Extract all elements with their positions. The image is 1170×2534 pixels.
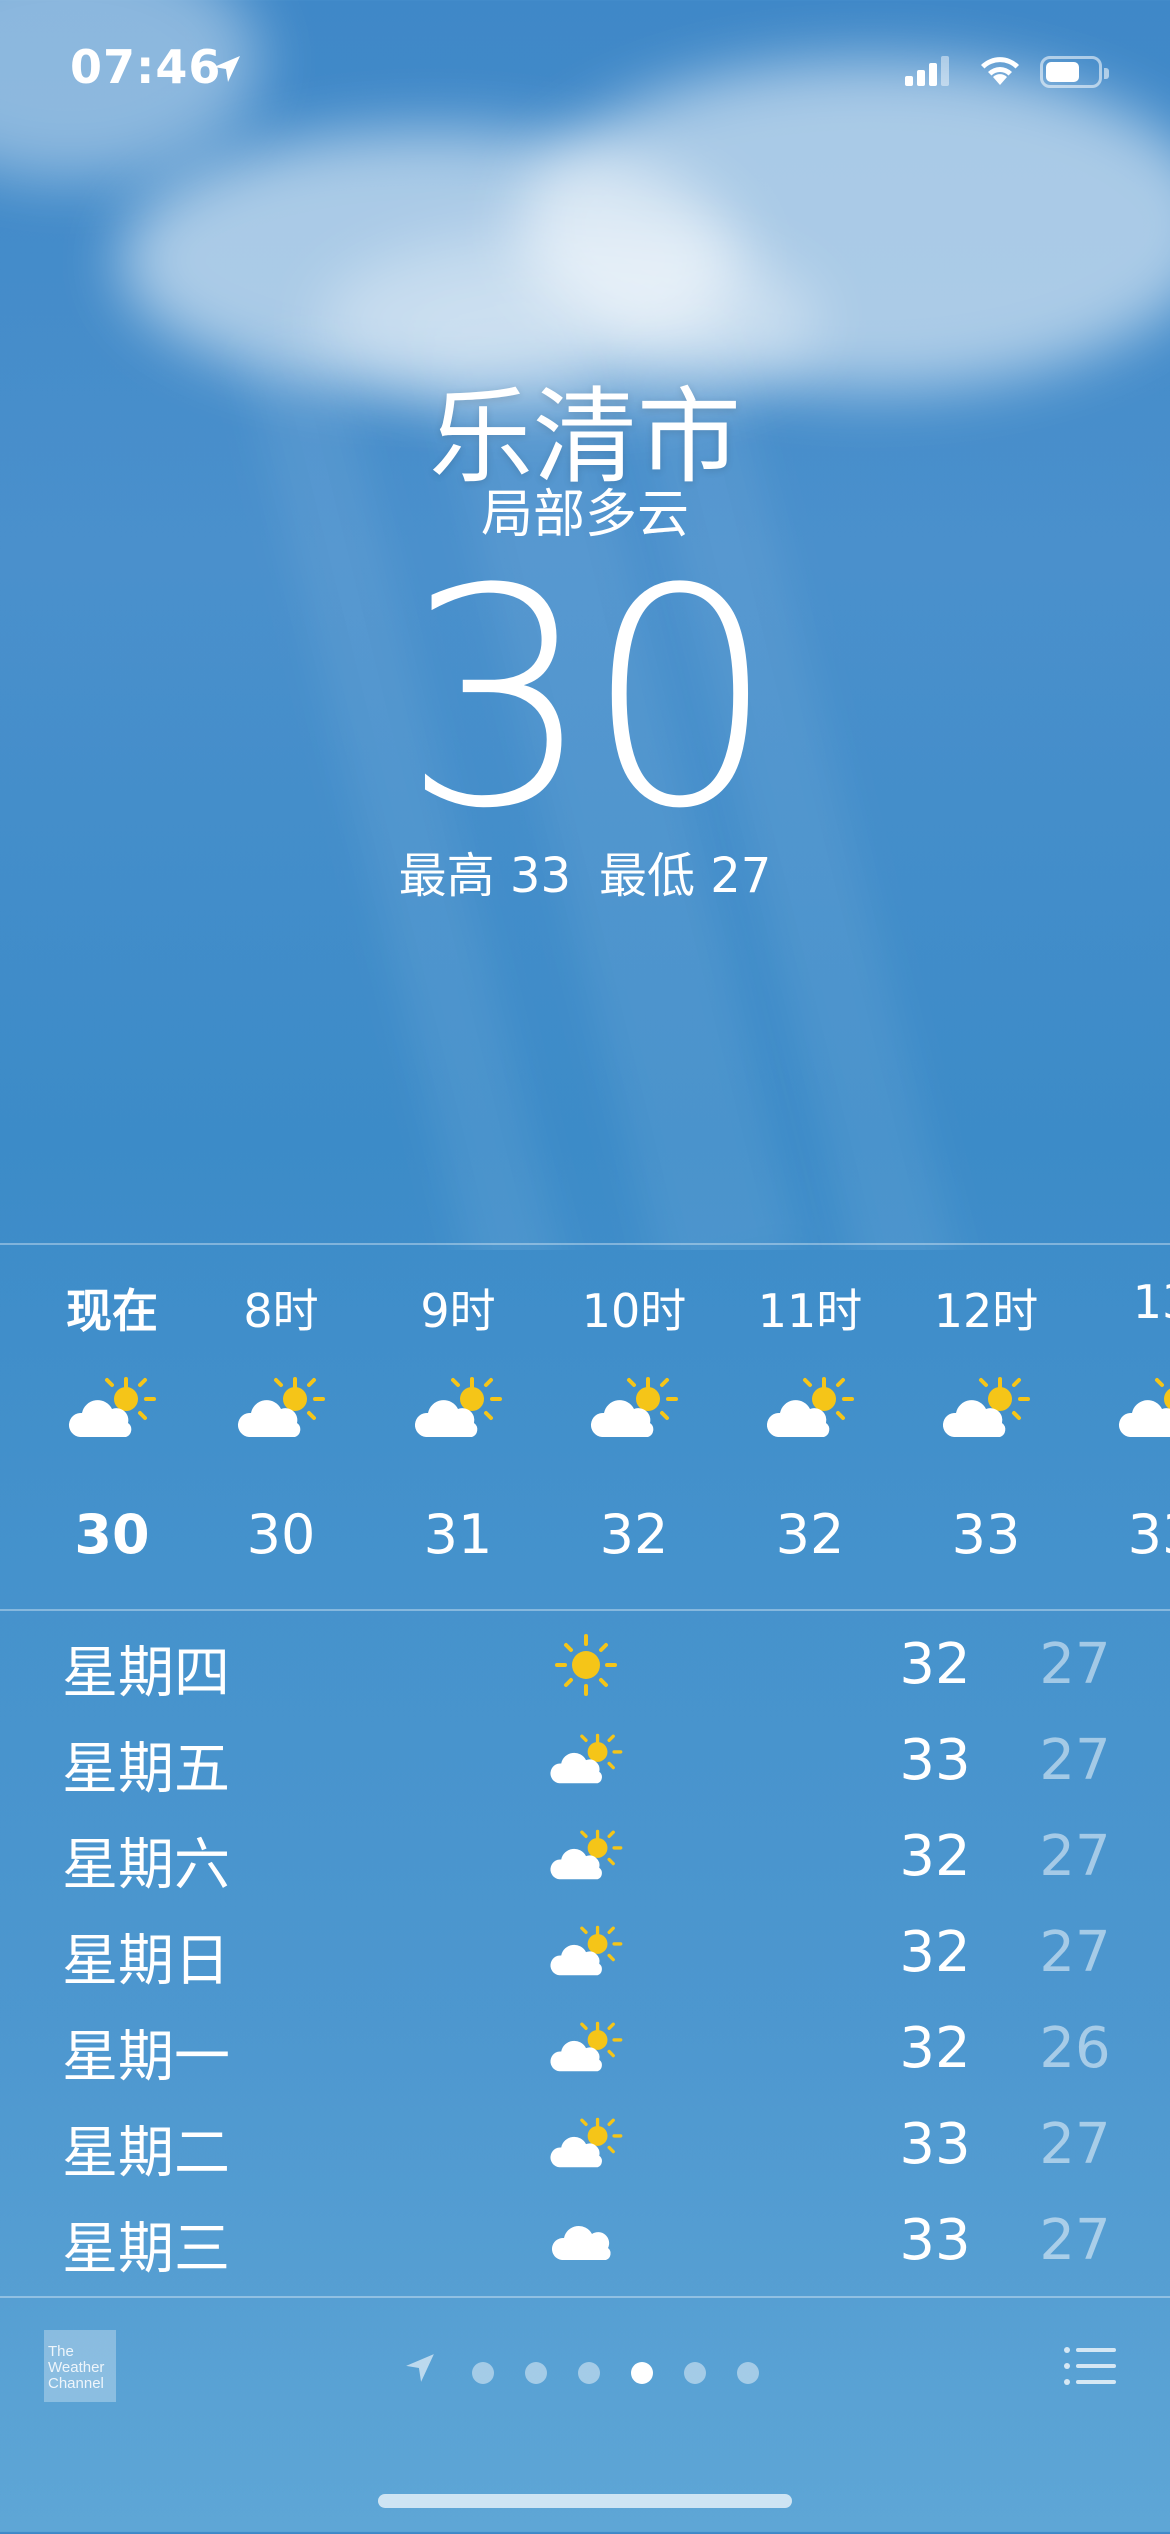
- hourly-item: 11时 32: [722, 1245, 898, 1609]
- day-name: 星期三: [62, 2217, 230, 2282]
- hour-label: 9时: [420, 1284, 496, 1338]
- day-name: 星期日: [62, 1929, 230, 1994]
- day-low: 27: [1039, 2112, 1111, 2177]
- partly-cloudy-day-icon: [548, 1730, 624, 1792]
- hour-temperature: 33: [1127, 1503, 1170, 1566]
- daily-row: 星期六 32 27: [0, 1812, 1170, 1908]
- partly-cloudy-day-icon: [548, 1922, 624, 1984]
- hour-label: 现在: [66, 1284, 158, 1338]
- location-arrow-icon: [214, 56, 240, 82]
- bottom-toolbar: The Weather Channel: [0, 2296, 1170, 2534]
- day-high: 32: [899, 1824, 971, 1889]
- page-dot[interactable]: [684, 2362, 706, 2384]
- day-name: 星期六: [62, 1833, 230, 1898]
- day-high: 32: [899, 1920, 971, 1985]
- hour-label: 13: [1132, 1275, 1170, 1329]
- partly-cloudy-day-icon: [764, 1375, 856, 1445]
- hour-temperature: 32: [599, 1503, 669, 1566]
- hour-label: 11时: [757, 1284, 863, 1338]
- day-name: 星期五: [62, 1737, 230, 1802]
- day-low: 27: [1039, 2208, 1111, 2273]
- page-dot-active[interactable]: [631, 2362, 653, 2384]
- high-temperature: 最高 33: [398, 848, 571, 904]
- partly-cloudy-day-icon: [940, 1375, 1032, 1445]
- hourly-item: 10时 32: [546, 1245, 722, 1609]
- daily-row: 星期二 33 27: [0, 2100, 1170, 2196]
- daily-row: 星期日 32 27: [0, 1908, 1170, 2004]
- hour-temperature: 30: [74, 1503, 150, 1566]
- page-dot[interactable]: [525, 2362, 547, 2384]
- list-icon[interactable]: [1064, 2346, 1116, 2386]
- day-low: 27: [1039, 1824, 1111, 1889]
- hourly-item: 13 33: [1074, 1245, 1170, 1609]
- hourly-item: 9时 31: [370, 1245, 546, 1609]
- partly-cloudy-day-icon: [1116, 1375, 1170, 1445]
- partly-cloudy-day-icon: [548, 1826, 624, 1888]
- current-temperature: 30: [402, 525, 776, 874]
- partly-cloudy-day-icon: [66, 1375, 158, 1445]
- low-temperature: 最低 27: [599, 848, 772, 904]
- page-dot[interactable]: [578, 2362, 600, 2384]
- hour-temperature: 31: [423, 1503, 493, 1566]
- day-low: 26: [1039, 2016, 1111, 2081]
- hour-label: 8时: [243, 1284, 319, 1338]
- hour-temperature: 30: [246, 1503, 316, 1566]
- hour-temperature: 32: [775, 1503, 845, 1566]
- hour-label: 10时: [581, 1284, 687, 1338]
- daily-forecast: 星期四 32 27 星期五 33 27 星期六 32 27 星期日 32 27 …: [0, 1620, 1170, 2292]
- day-low: 27: [1039, 1728, 1111, 1793]
- day-high: 32: [899, 1632, 971, 1697]
- location-arrow-icon: [406, 2354, 434, 2382]
- day-high: 33: [899, 2112, 971, 2177]
- hourly-forecast[interactable]: 现在 30 8时 30 9时 31 10时 32 11时 32 12时 33 1…: [0, 1243, 1170, 1611]
- partly-cloudy-day-icon: [548, 2114, 624, 2176]
- day-low: 27: [1039, 1920, 1111, 1985]
- day-high: 33: [899, 2208, 971, 2273]
- daily-row: 星期一 32 26: [0, 2004, 1170, 2100]
- cellular-signal-icon: [905, 56, 949, 86]
- cloud-icon: [548, 2210, 624, 2272]
- hour-temperature: 33: [951, 1503, 1021, 1566]
- status-bar: 07:46: [0, 0, 1170, 140]
- partly-cloudy-day-icon: [235, 1375, 327, 1445]
- page-dot[interactable]: [737, 2362, 759, 2384]
- daily-row: 星期四 32 27: [0, 1620, 1170, 1716]
- home-indicator[interactable]: [378, 2494, 792, 2508]
- hour-label: 12时: [933, 1284, 1039, 1338]
- partly-cloudy-day-icon: [548, 2018, 624, 2080]
- wifi-icon: [981, 57, 1019, 85]
- partly-cloudy-day-icon: [588, 1375, 680, 1445]
- partly-cloudy-day-icon: [412, 1375, 504, 1445]
- sun-icon: [548, 1634, 624, 1696]
- hourly-item: 现在 30: [24, 1245, 200, 1609]
- day-name: 星期四: [62, 1641, 230, 1706]
- day-name: 星期一: [62, 2025, 230, 2090]
- daily-row: 星期三 33 27: [0, 2196, 1170, 2292]
- high-low-temperature: 最高 33 最低 27: [0, 836, 1170, 906]
- day-name: 星期二: [62, 2121, 230, 2186]
- hourly-item: 12时 33: [898, 1245, 1074, 1609]
- status-time: 07:46: [70, 40, 222, 94]
- day-high: 32: [899, 2016, 971, 2081]
- daily-row: 星期五 33 27: [0, 1716, 1170, 1812]
- battery-icon: [1040, 56, 1109, 88]
- day-low: 27: [1039, 1632, 1111, 1697]
- hourly-item: 8时 30: [193, 1245, 369, 1609]
- page-dot[interactable]: [472, 2362, 494, 2384]
- weather-channel-logo[interactable]: The Weather Channel: [44, 2330, 116, 2402]
- day-high: 33: [899, 1728, 971, 1793]
